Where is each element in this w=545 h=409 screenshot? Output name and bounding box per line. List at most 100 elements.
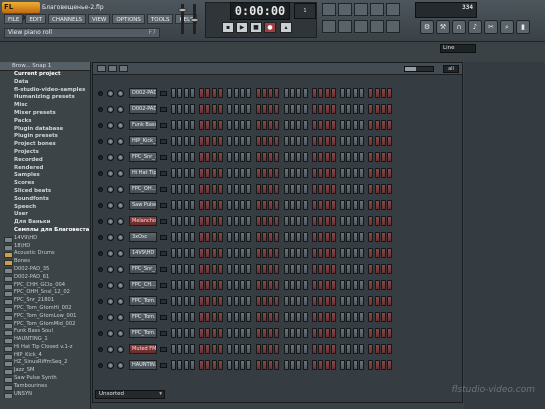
channel-button[interactable]: 3xOsc (129, 232, 157, 242)
step-button[interactable] (324, 328, 330, 338)
step-button[interactable] (340, 328, 346, 338)
step-button[interactable] (233, 88, 239, 98)
step-button[interactable] (255, 152, 261, 162)
browser-folder[interactable]: Bones (0, 258, 90, 266)
step-button[interactable] (330, 280, 336, 290)
step-button[interactable] (374, 264, 380, 274)
channel-volume-knob[interactable] (117, 250, 124, 257)
step-button[interactable] (268, 264, 274, 274)
step-button[interactable] (177, 264, 183, 274)
step-button[interactable] (211, 120, 217, 130)
step-button[interactable] (274, 136, 280, 146)
browser-category[interactable]: Mixer presets (0, 110, 90, 118)
step-button[interactable] (227, 136, 233, 146)
channel-button[interactable]: HIP_Kick_4 (129, 136, 157, 146)
step-button[interactable] (283, 264, 289, 274)
step-button[interactable] (318, 104, 324, 114)
step-button[interactable] (324, 136, 330, 146)
step-button[interactable] (268, 184, 274, 194)
step-button[interactable] (290, 152, 296, 162)
step-button[interactable] (189, 216, 195, 226)
step-button[interactable] (374, 120, 380, 130)
step-button[interactable] (340, 344, 346, 354)
step-button[interactable] (311, 264, 317, 274)
step-button[interactable] (352, 360, 358, 370)
step-button[interactable] (183, 152, 189, 162)
step-button[interactable] (255, 168, 261, 178)
browser-file[interactable]: 18\HD (0, 243, 90, 251)
step-button[interactable] (290, 360, 296, 370)
sequencer-keyboard-icon[interactable] (119, 65, 128, 72)
step-button[interactable] (340, 296, 346, 306)
step-button[interactable] (380, 216, 386, 226)
step-button[interactable] (171, 88, 176, 98)
sequencer-graph-icon[interactable] (108, 65, 117, 72)
step-button[interactable] (318, 344, 324, 354)
channel-pan-knob[interactable] (107, 202, 114, 209)
step-button[interactable] (246, 264, 252, 274)
step-button[interactable] (311, 200, 317, 210)
channel-volume-knob[interactable] (117, 346, 124, 353)
menu-edit[interactable]: EDIT (25, 14, 47, 24)
step-button[interactable] (246, 152, 252, 162)
channel-mute-led[interactable] (98, 251, 103, 256)
step-button[interactable] (352, 232, 358, 242)
step-button[interactable] (268, 280, 274, 290)
step-button[interactable] (387, 312, 393, 322)
step-button[interactable] (318, 328, 324, 338)
browser-header[interactable]: Brow... Snap 1 (0, 62, 90, 71)
step-button[interactable] (227, 104, 233, 114)
step-button[interactable] (274, 264, 280, 274)
step-button[interactable] (324, 264, 330, 274)
channel-mute-led[interactable] (98, 331, 103, 336)
step-button[interactable] (246, 120, 252, 130)
step-button[interactable] (387, 216, 393, 226)
step-button[interactable] (268, 136, 274, 146)
step-button[interactable] (311, 184, 317, 194)
step-button[interactable] (283, 344, 289, 354)
step-button[interactable] (205, 280, 211, 290)
step-button[interactable] (255, 184, 261, 194)
browser-file[interactable]: D002-PAD_35 (0, 266, 90, 274)
step-button[interactable] (227, 280, 233, 290)
step-button[interactable] (346, 120, 352, 130)
step-button[interactable] (233, 248, 239, 258)
channel-select-indicator[interactable] (160, 171, 167, 176)
step-button[interactable] (296, 248, 302, 258)
step-button[interactable] (340, 200, 346, 210)
browser-file[interactable]: 14V9\HD (0, 235, 90, 243)
step-button[interactable] (255, 312, 261, 322)
step-button[interactable] (318, 184, 324, 194)
step-button[interactable] (290, 200, 296, 210)
step-button[interactable] (296, 344, 302, 354)
snap-select[interactable]: Line (440, 44, 476, 53)
step-button[interactable] (346, 264, 352, 274)
channel-volume-knob[interactable] (117, 186, 124, 193)
step-button[interactable] (189, 120, 195, 130)
step-button[interactable] (368, 296, 374, 306)
step-button[interactable] (374, 88, 380, 98)
step-button[interactable] (227, 232, 233, 242)
browser-category[interactable]: Humanizing presets (0, 94, 90, 102)
step-button[interactable] (374, 104, 380, 114)
step-button[interactable] (205, 184, 211, 194)
step-button[interactable] (233, 184, 239, 194)
step-button[interactable] (290, 88, 296, 98)
step-button[interactable] (302, 216, 308, 226)
step-button[interactable] (302, 312, 308, 322)
channel-select-indicator[interactable] (160, 235, 167, 240)
step-button[interactable] (340, 264, 346, 274)
step-button[interactable] (274, 120, 280, 130)
step-button[interactable] (211, 344, 217, 354)
menu-options[interactable]: OPTIONS (112, 14, 145, 24)
channel-pan-knob[interactable] (107, 234, 114, 241)
step-button[interactable] (368, 216, 374, 226)
step-button[interactable] (177, 120, 183, 130)
step-button[interactable] (330, 152, 336, 162)
step-button[interactable] (283, 104, 289, 114)
step-button[interactable] (218, 328, 224, 338)
step-button[interactable] (296, 280, 302, 290)
step-button[interactable] (177, 104, 183, 114)
step-button[interactable] (311, 312, 317, 322)
step-button[interactable] (239, 136, 245, 146)
